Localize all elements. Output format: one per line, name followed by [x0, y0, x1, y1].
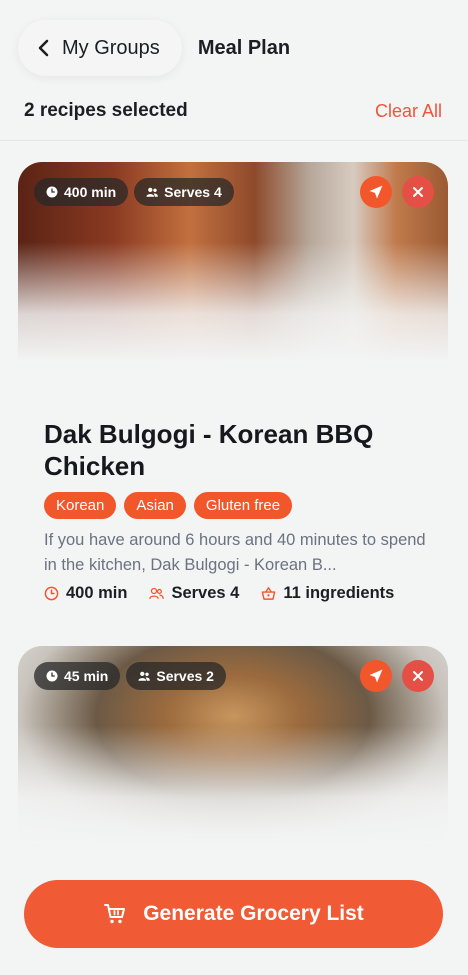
generate-grocery-list-button[interactable]: Generate Grocery List: [24, 880, 443, 948]
send-button[interactable]: [360, 176, 392, 208]
serves-chip: Serves 4: [134, 178, 234, 206]
clock-icon: [46, 186, 58, 198]
people-outline-icon: [149, 587, 165, 600]
meta-ingredients-label: 11 ingredients: [283, 584, 395, 602]
send-icon: [369, 669, 383, 683]
recipe-description: If you have around 6 hours and 40 minute…: [44, 531, 426, 574]
send-icon: [369, 185, 383, 199]
meta-time-label: 400 min: [66, 584, 128, 602]
remove-button[interactable]: [402, 176, 434, 208]
meta-serves-label: Serves 4: [171, 584, 240, 602]
divider: [0, 140, 468, 141]
top-header: My Groups Meal Plan: [18, 20, 468, 76]
card-actions: [360, 176, 434, 208]
tag: Gluten free: [193, 492, 293, 519]
back-label: My Groups: [62, 36, 160, 59]
tag: Asian: [124, 492, 186, 519]
time-chip-label: 400 min: [64, 184, 117, 200]
remove-button[interactable]: [402, 660, 434, 692]
serves-chip-label: Serves 2: [156, 668, 214, 684]
serves-chip: Serves 2: [126, 662, 226, 690]
recipe-tags: Korean Asian Gluten free: [44, 492, 293, 519]
card-actions: [360, 660, 434, 692]
time-chip: 45 min: [34, 662, 121, 690]
people-icon: [138, 671, 151, 681]
meta-serves: Serves 4: [149, 584, 239, 603]
send-button[interactable]: [360, 660, 392, 692]
recipe-chips: 45 min Serves 2: [34, 662, 226, 690]
close-icon: [413, 187, 423, 197]
recipe-card[interactable]: 400 min Serves 4 Dak Bulgogi - Korean BB…: [18, 162, 448, 622]
time-chip: 400 min: [34, 178, 129, 206]
close-icon: [413, 671, 423, 681]
page-title: Meal Plan: [197, 36, 291, 59]
tag: Korean: [44, 492, 117, 519]
selected-count: 2 recipes selected: [24, 100, 188, 121]
cta-label: Generate Grocery List: [143, 902, 364, 925]
clock-outline-icon: [44, 586, 59, 601]
clock-icon: [46, 670, 58, 682]
meta-time: 400 min: [44, 584, 127, 603]
selection-bar: 2 recipes selected Clear All: [24, 100, 442, 122]
people-icon: [146, 187, 158, 197]
cart-icon: [104, 904, 126, 924]
time-chip-label: 45 min: [64, 668, 109, 684]
recipe-chips: 400 min Serves 4: [34, 178, 234, 206]
basket-icon: [262, 586, 276, 600]
meta-ingredients: 11 ingredients: [261, 584, 394, 603]
recipe-meta: 400 min Serves 4 11 ingredients: [44, 584, 394, 603]
clear-all-button[interactable]: Clear All: [375, 101, 442, 122]
recipe-card[interactable]: 45 min Serves 2: [18, 646, 448, 846]
back-button[interactable]: My Groups: [18, 20, 182, 76]
serves-chip-label: Serves 4: [164, 184, 222, 200]
chevron-left-icon: [34, 38, 54, 58]
recipe-title[interactable]: Dak Bulgogi - Korean BBQ Chicken: [44, 418, 424, 482]
